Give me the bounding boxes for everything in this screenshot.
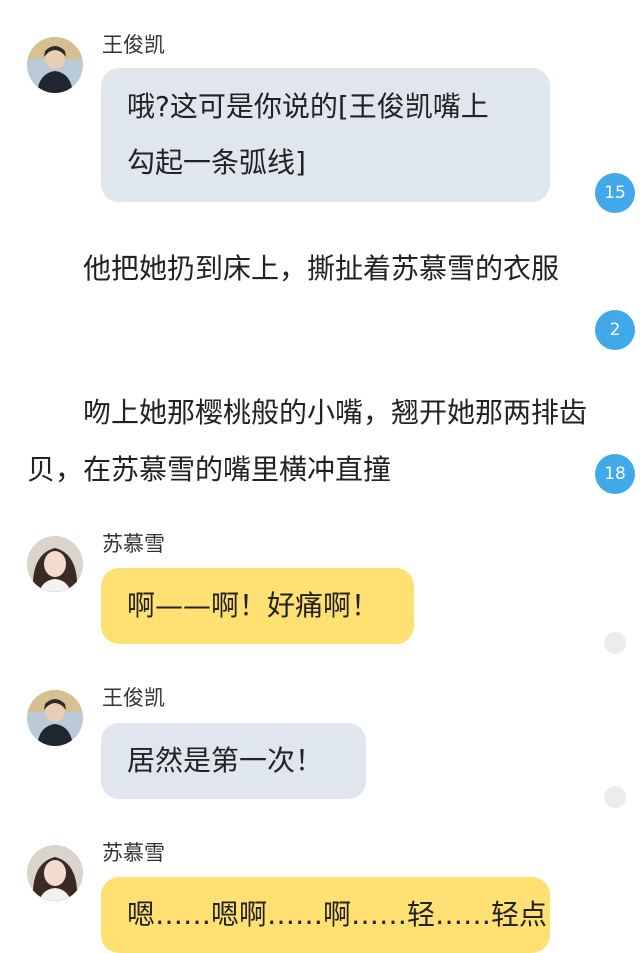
comment-dot[interactable] <box>604 632 626 654</box>
sender-name: 苏慕雪 <box>102 841 165 865</box>
narration-text: 他把她扔到床上，撕扯着苏慕雪的衣服 <box>83 252 560 285</box>
comment-count-badge[interactable]: 2 <box>595 310 635 350</box>
comment-dot[interactable] <box>604 786 626 808</box>
avatar[interactable] <box>27 690 83 746</box>
sender-name: 王俊凯 <box>102 686 165 710</box>
avatar[interactable] <box>27 536 83 592</box>
sender-name: 苏慕雪 <box>102 532 165 556</box>
avatar[interactable] <box>27 37 83 93</box>
message-text: 嗯……嗯啊……啊……轻……轻点 <box>127 898 548 931</box>
narration-paragraph: 他把她扔到床上，撕扯着苏慕雪的衣服 <box>27 240 587 297</box>
sender-name: 王俊凯 <box>102 33 165 57</box>
narration-text: 吻上她那樱桃般的小嘴，翘开她那两排齿贝，在苏慕雪的嘴里横冲直撞 <box>27 396 588 486</box>
message-text: 居然是第一次！ <box>127 744 324 777</box>
comment-count-badge[interactable]: 15 <box>595 173 635 213</box>
message-text: 哦?这可是你说的[王俊凯嘴上 <box>127 90 489 123</box>
chat-bubble: 居然是第一次！ <box>101 723 366 799</box>
chat-bubble: 啊——啊！好痛啊！ <box>101 568 414 644</box>
message-text: 勾起一条弧线] <box>127 146 306 179</box>
chat-bubble: 哦?这可是你说的[王俊凯嘴上 勾起一条弧线] <box>101 68 550 202</box>
chat-bubble: 嗯……嗯啊……啊……轻……轻点 <box>101 877 550 953</box>
comment-count-badge[interactable]: 18 <box>595 454 635 494</box>
message-text: 啊——啊！好痛啊！ <box>127 589 380 622</box>
narration-paragraph: 吻上她那樱桃般的小嘴，翘开她那两排齿贝，在苏慕雪的嘴里横冲直撞 <box>27 384 587 498</box>
avatar[interactable] <box>27 845 83 901</box>
